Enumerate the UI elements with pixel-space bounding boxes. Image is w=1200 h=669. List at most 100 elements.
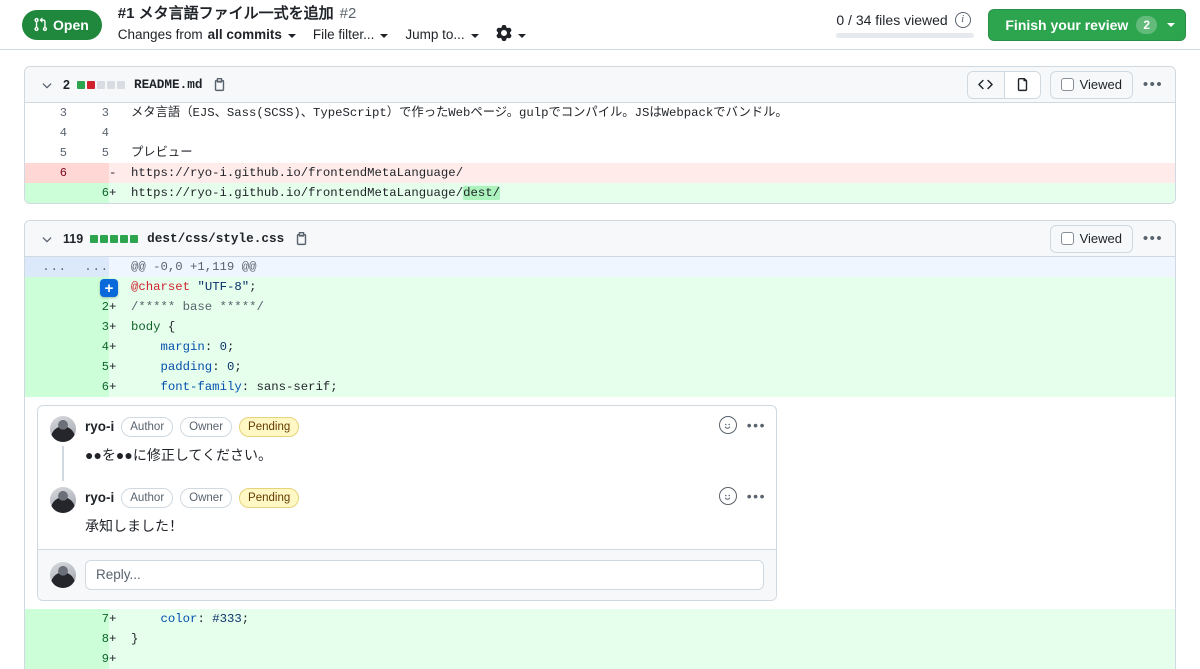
line-number-old[interactable] [25, 297, 67, 317]
viewed-checkbox[interactable]: Viewed [1049, 224, 1133, 253]
diff-marker [109, 123, 131, 143]
line-number-old[interactable]: 4 [25, 123, 67, 143]
code-token: : sans-serif; [241, 380, 338, 394]
table-row: 4 + margin: 0; [25, 337, 1175, 357]
review-comment-count: 2 [1136, 15, 1157, 34]
file-filter-dropdown[interactable]: File filter... [313, 27, 389, 42]
table-row: 3 + body { [25, 317, 1175, 337]
comment-options-menu[interactable]: ••• [747, 489, 766, 503]
collapse-chevron-icon[interactable] [39, 231, 55, 247]
line-number-old[interactable] [25, 357, 67, 377]
rendered-view-button[interactable] [1003, 71, 1040, 98]
table-row: 6 + font-family: sans-serif; [25, 377, 1175, 397]
copy-path-icon[interactable] [212, 77, 227, 92]
line-number-new[interactable]: 2 [67, 297, 109, 317]
diff-code: body { [131, 317, 1175, 337]
line-number-new[interactable]: 7 [67, 608, 109, 629]
table-row: 5 + padding: 0; [25, 357, 1175, 377]
changes-from-dropdown[interactable]: Changes from all commits [118, 27, 296, 42]
finish-review-button[interactable]: Finish your review 2 [988, 8, 1186, 41]
line-number-old[interactable] [25, 377, 67, 397]
file-block-readme: 2 README.md Viewed ••• 3 3 メタ言語（EJS、Sass… [24, 66, 1176, 204]
jump-to-label: Jump to... [405, 27, 465, 42]
line-number-new[interactable]: 3 [67, 103, 109, 123]
file-block-style-css: 119 dest/css/style.css Viewed ••• ... ..… [24, 220, 1176, 669]
review-thread: ryo-i Author Owner Pending ●●を●●に修正してくださ… [37, 405, 777, 601]
diff-table: ... ... @@ -0,0 +1,119 @@ 1+ + @charset … [25, 257, 1175, 669]
line-number-old[interactable] [25, 628, 67, 649]
add-reaction-icon[interactable] [718, 416, 737, 434]
table-row: 9 + [25, 648, 1175, 669]
diff-marker: + [109, 297, 131, 317]
file-options-menu[interactable]: ••• [1139, 71, 1167, 99]
line-number-old[interactable]: 6 [25, 163, 67, 183]
reply-input[interactable] [85, 559, 764, 590]
files-viewed-progressbar [836, 32, 975, 38]
comment-options-menu[interactable]: ••• [747, 418, 766, 432]
chevron-down-icon [1167, 22, 1175, 27]
diff-code: } [131, 628, 1175, 649]
diffstat-bar [76, 80, 125, 89]
table-row: 4 4 [25, 123, 1175, 143]
line-number-old[interactable] [25, 277, 67, 297]
diff-code [131, 123, 1175, 143]
file-options-menu[interactable]: ••• [1139, 225, 1167, 253]
line-number-new[interactable]: 6 [67, 377, 109, 397]
line-number-new[interactable]: 9 [67, 648, 109, 669]
comment-author[interactable]: ryo-i [85, 488, 114, 508]
line-number-new[interactable]: 6 [67, 183, 109, 203]
code-token: ; [241, 611, 250, 626]
line-number-new[interactable]: 5 [67, 357, 109, 377]
file-path[interactable]: dest/css/style.css [147, 231, 284, 246]
code-view-button[interactable] [967, 71, 1004, 98]
line-number-old[interactable] [25, 183, 67, 203]
line-number-new[interactable]: 3 [67, 317, 109, 337]
diff-code: https://ryo-i.github.io/frontendMetaLang… [131, 183, 1175, 203]
comment-author[interactable]: ryo-i [85, 417, 114, 437]
diff-code [131, 648, 1175, 669]
pr-state-badge: Open [22, 9, 102, 40]
line-number-old[interactable] [25, 608, 67, 629]
code-token: ; [249, 280, 257, 294]
code-token: margin [160, 340, 205, 354]
chevron-down-icon [380, 33, 389, 38]
line-number-new[interactable]: 5 [67, 143, 109, 163]
line-number-old[interactable]: 3 [25, 103, 67, 123]
line-number-old[interactable] [25, 337, 67, 357]
add-reaction-icon[interactable] [718, 487, 737, 506]
line-number-old[interactable]: 5 [25, 143, 67, 163]
badge-author: Author [121, 417, 174, 437]
info-icon[interactable]: i [954, 11, 971, 28]
line-number-new[interactable]: 8 [67, 628, 109, 649]
line-number-new[interactable]: 4 [67, 123, 109, 143]
code-token: color [160, 611, 198, 626]
jump-to-dropdown[interactable]: Jump to... [405, 27, 479, 42]
diffstat-block [106, 80, 115, 89]
pr-state-label: Open [53, 16, 89, 33]
add-comment-button[interactable]: + [100, 279, 118, 297]
gear-icon [496, 25, 512, 44]
line-number-new[interactable]: 4 [67, 337, 109, 357]
collapse-chevron-icon[interactable] [39, 77, 55, 93]
table-row: 6 + https://ryo-i.github.io/frontendMeta… [25, 183, 1175, 203]
viewed-checkbox[interactable]: Viewed [1049, 70, 1133, 99]
diff-marker: + [109, 183, 131, 203]
thread-connector [62, 446, 64, 482]
line-number-new[interactable]: 1+ [67, 277, 118, 297]
chevron-down-icon [517, 33, 526, 38]
comment-actions: ••• [718, 416, 766, 434]
diffstat-block [100, 234, 109, 243]
diff-marker: - [109, 163, 131, 183]
file-path[interactable]: README.md [134, 77, 203, 92]
line-number-old[interactable] [25, 317, 67, 337]
diff-settings-dropdown[interactable] [496, 25, 526, 44]
viewed-label: Viewed [1079, 231, 1122, 246]
files-viewed-progress: 0 / 34 files viewed i [836, 11, 975, 38]
diff-table: 3 3 メタ言語（EJS、Sass(SCSS)、TypeScript）で作ったW… [25, 103, 1175, 203]
line-number-old[interactable] [25, 648, 67, 669]
diff-marker [109, 143, 131, 163]
line-number-new[interactable] [67, 163, 109, 183]
file-change-count: 119 [63, 231, 84, 246]
copy-path-icon[interactable] [294, 231, 309, 246]
